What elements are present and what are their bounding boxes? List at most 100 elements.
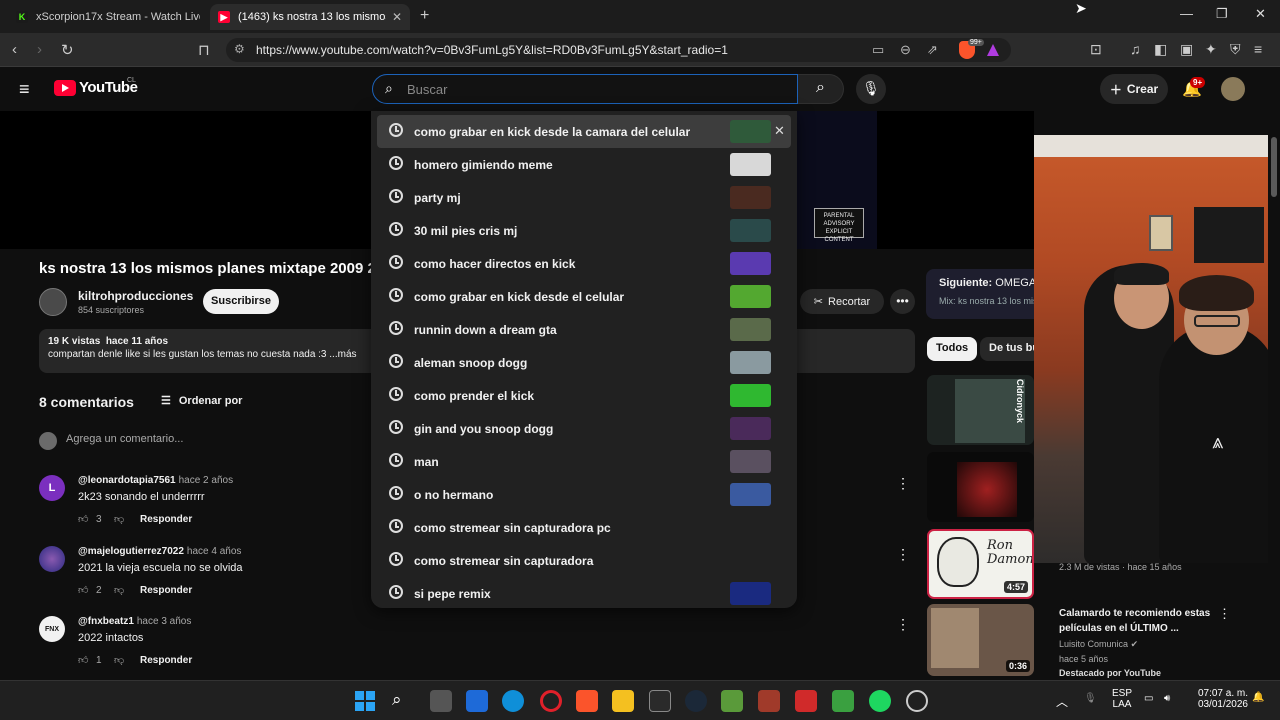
clip-button[interactable]: ✂ Recortar — [800, 289, 884, 314]
suggestion-item[interactable]: homero gimiendo meme — [377, 148, 791, 181]
leo-ai-icon[interactable]: ✦ — [1205, 41, 1217, 58]
related-thumbnail[interactable]: Cidronyck — [927, 375, 1034, 445]
windows-start-icon[interactable] — [355, 691, 375, 711]
maximize-button[interactable]: ❐ — [1216, 6, 1228, 22]
brave-icon[interactable] — [576, 690, 598, 712]
dislike-icon[interactable]: 👎︎ — [114, 654, 140, 666]
suggestion-item[interactable]: como hacer directos en kick — [377, 247, 791, 280]
edge-icon[interactable] — [502, 690, 524, 712]
suggestion-item[interactable]: gin and you snoop dogg — [377, 412, 791, 445]
youtube-logo[interactable]: YouTube — [54, 79, 138, 96]
volume-icon[interactable]: 🔊︎ — [1164, 693, 1170, 704]
dislike-icon[interactable]: 👎︎ — [114, 584, 140, 596]
dislike-icon[interactable]: 👎︎ — [114, 513, 140, 525]
related-title[interactable]: Calamardo te recomiendo estas películas … — [1059, 606, 1219, 636]
bookmark-icon[interactable]: ⊓ — [198, 41, 210, 59]
remove-suggestion-icon[interactable]: ✕ — [774, 123, 785, 139]
suggestion-item[interactable]: runnin down a dream gta — [377, 313, 791, 346]
media-icon[interactable]: ♫ — [1130, 41, 1141, 57]
channel-avatar[interactable] — [39, 288, 67, 316]
commenter-handle[interactable]: @majelogutierrez7022 — [78, 546, 184, 557]
extension-icon[interactable]: ⊡ — [1090, 41, 1102, 58]
more-actions-button[interactable]: ••• — [890, 289, 915, 314]
related-thumbnail[interactable] — [927, 452, 1034, 522]
suggestion-item[interactable]: como grabar en kick desde la camara del … — [377, 115, 791, 148]
related-menu-icon[interactable]: ⋮ — [1218, 606, 1231, 622]
minimize-button[interactable]: — — [1180, 6, 1193, 21]
tray-overflow-icon[interactable]: ︿ — [1056, 693, 1068, 710]
suggestion-item[interactable]: como grabar en kick desde el celular — [377, 280, 791, 313]
up-next-box[interactable]: Siguiente: OMEGA E Mix: ks nostra 13 los… — [926, 269, 1036, 319]
mic-tray-icon[interactable]: 🎙 — [1084, 693, 1097, 704]
search-input[interactable] — [407, 79, 777, 99]
menu-icon[interactable]: ≡ — [1254, 41, 1262, 57]
create-button[interactable]: ＋ Crear — [1100, 74, 1168, 104]
chip-from-searches[interactable]: De tus búsquedas — [980, 337, 1040, 361]
suggestion-item[interactable]: aleman snoop dogg — [377, 346, 791, 379]
store-icon[interactable] — [466, 690, 488, 712]
suggestion-item[interactable]: como prender el kick — [377, 379, 791, 412]
suggestion-item[interactable]: como stremear sin capturadora pc — [377, 511, 791, 544]
page-scrollbar[interactable] — [1268, 67, 1280, 680]
suggestion-item[interactable]: party mj — [377, 181, 791, 214]
commenter-avatar[interactable]: L — [39, 475, 65, 501]
close-window-button[interactable]: ✕ — [1255, 6, 1266, 22]
url-field[interactable]: ⚙ https://www.youtube.com/watch?v=0Bv3Fu… — [226, 38, 1011, 62]
network-icon[interactable]: ▭ — [1144, 693, 1153, 704]
minecraft-icon[interactable] — [721, 690, 743, 712]
related-thumbnail[interactable]: 0:36 — [927, 604, 1034, 676]
steam-icon[interactable] — [685, 690, 707, 712]
reload-icon[interactable]: ↻ — [61, 41, 74, 59]
share-icon[interactable]: ⇗ — [927, 42, 938, 58]
reply-button[interactable]: Responder — [140, 514, 192, 525]
reply-button[interactable]: Responder — [140, 655, 192, 666]
search-box[interactable]: ⌕ — [372, 74, 798, 104]
like-icon[interactable]: 👍︎ — [78, 584, 90, 596]
add-comment-field[interactable]: Agrega un comentario... — [66, 433, 183, 445]
description-box[interactable]: 19 K vistas hace 11 años compartan denle… — [39, 329, 384, 373]
close-tab-icon[interactable]: ✕ — [392, 10, 402, 24]
settings-icon[interactable] — [906, 690, 928, 712]
new-tab-button[interactable]: + — [420, 7, 429, 25]
language-indicator[interactable]: ESP LAA — [1110, 688, 1134, 710]
suggestion-item[interactable]: o no hermano — [377, 478, 791, 511]
suggestion-item[interactable]: 30 mil pies cris mj — [377, 214, 791, 247]
forward-icon[interactable]: › — [37, 41, 42, 58]
suggestion-item[interactable]: como stremear sin capturadora — [377, 544, 791, 577]
file-explorer-icon[interactable] — [612, 690, 634, 712]
hamburger-menu-icon[interactable]: ≡ — [19, 79, 30, 100]
chip-all[interactable]: Todos — [927, 337, 978, 361]
commenter-handle[interactable]: @fnxbeatz1 — [78, 616, 134, 627]
like-icon[interactable]: 👍︎ — [78, 513, 90, 525]
like-icon[interactable]: 👍︎ — [78, 654, 90, 666]
vpn-icon[interactable]: ⛨ — [1230, 41, 1241, 58]
related-thumbnail[interactable]: Ron Damon 4:57 — [927, 529, 1034, 599]
suggestion-item[interactable]: man — [377, 445, 791, 478]
site-info-icon[interactable]: ⚙ — [234, 42, 245, 56]
brave-rewards-icon[interactable] — [987, 44, 999, 56]
subscribe-button[interactable]: Suscribirse — [203, 289, 279, 314]
zoom-icon[interactable]: ⊖ — [900, 42, 911, 58]
app-icon[interactable] — [795, 690, 817, 712]
task-view-icon[interactable] — [430, 690, 452, 712]
scrollbar-thumb[interactable] — [1271, 137, 1277, 197]
comment-menu-icon[interactable]: ⋮ — [896, 475, 910, 492]
comment-menu-icon[interactable]: ⋮ — [896, 546, 910, 563]
search-button[interactable]: ⌕ — [798, 74, 844, 104]
reply-button[interactable]: Responder — [140, 585, 192, 596]
related-channel[interactable]: Luisito Comunica ✔ — [1059, 639, 1138, 650]
account-avatar[interactable] — [1221, 77, 1245, 101]
channel-name[interactable]: kiltrohproducciones — [78, 289, 193, 303]
cast-icon[interactable]: ▭ — [872, 42, 884, 58]
voice-search-button[interactable]: 🎙 — [856, 74, 886, 104]
search-icon[interactable]: ⌕ — [392, 690, 414, 712]
wallet-icon[interactable]: ▣ — [1180, 41, 1193, 58]
comment-menu-icon[interactable]: ⋮ — [896, 616, 910, 633]
spotify-icon[interactable] — [869, 690, 891, 712]
opera-icon[interactable] — [540, 690, 562, 712]
tab-kick[interactable]: K xScorpion17x Stream - Watch Live — [8, 4, 208, 30]
epic-games-icon[interactable] — [649, 690, 671, 712]
notification-center-icon[interactable]: 🔔 — [1252, 692, 1264, 703]
sort-comments-button[interactable]: ☰ Ordenar por — [161, 394, 242, 408]
sidebar-icon[interactable]: ◧ — [1154, 41, 1167, 58]
